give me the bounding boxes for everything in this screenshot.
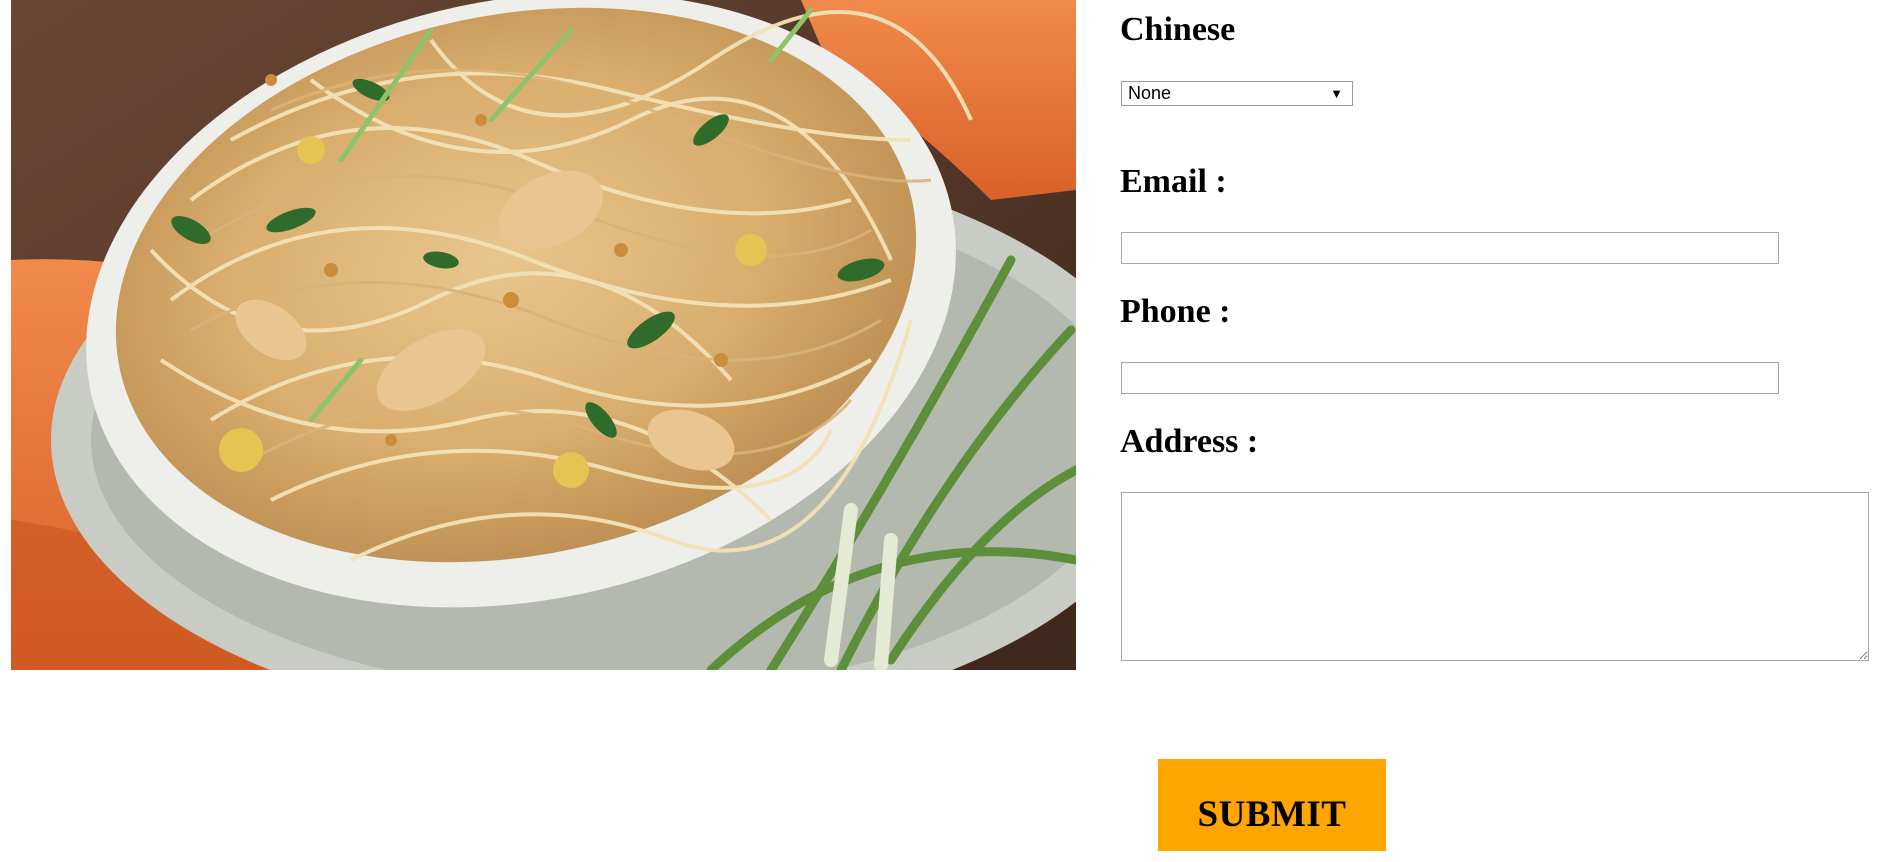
phone-field[interactable] bbox=[1121, 362, 1779, 394]
phone-label: Phone : bbox=[1120, 293, 1231, 330]
email-field[interactable] bbox=[1121, 232, 1779, 264]
dish-select-value: None bbox=[1128, 83, 1172, 103]
address-field[interactable] bbox=[1121, 492, 1869, 661]
address-label: Address : bbox=[1120, 423, 1259, 460]
order-page: Chinese None ▼ Email : Phone : Address :… bbox=[0, 0, 1888, 862]
triangle-down-icon: ▼ bbox=[1330, 86, 1343, 101]
dish-select[interactable]: None ▼ bbox=[1121, 81, 1353, 106]
dish-photo bbox=[11, 0, 1076, 670]
order-form: Chinese None ▼ Email : Phone : Address :… bbox=[1120, 0, 1880, 862]
email-label: Email : bbox=[1120, 163, 1227, 200]
cuisine-heading: Chinese bbox=[1120, 11, 1236, 48]
submit-button[interactable]: SUBMIT bbox=[1158, 759, 1386, 851]
